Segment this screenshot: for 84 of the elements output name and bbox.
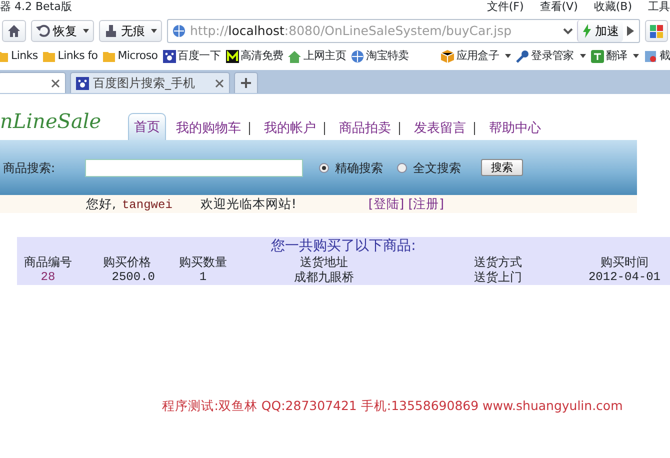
new-tab-button[interactable] xyxy=(234,72,258,93)
menu-item[interactable]: 收藏(B) xyxy=(594,0,632,16)
bookmark-link[interactable]: 淘宝特卖 xyxy=(366,48,409,64)
toolbar-button[interactable]: 恢复 xyxy=(31,20,94,42)
apps-button[interactable] xyxy=(645,20,668,42)
bookmark-link[interactable]: 上网主页 xyxy=(303,48,346,64)
globe-icon xyxy=(172,24,186,38)
column-header: 送货方式 xyxy=(473,255,523,270)
menu-item[interactable]: 查看(V) xyxy=(540,0,578,16)
close-icon[interactable] xyxy=(51,78,60,88)
footer-text: 程序测试:双鱼林 QQ:287307421 手机:13558690869 www.shuangyulin.com xyxy=(161,397,624,415)
nav-tab[interactable]: 我的帐户 xyxy=(258,116,322,140)
column-header: 送货地址 xyxy=(299,255,349,270)
column-header: 商品编号 xyxy=(23,255,73,270)
play-icon[interactable] xyxy=(627,26,634,36)
globe-icon xyxy=(351,50,364,62)
folder-icon xyxy=(102,50,116,62)
caret-icon xyxy=(151,29,157,33)
menu-item[interactable]: 文件(F) xyxy=(486,0,524,16)
plus-icon xyxy=(241,78,251,88)
table-cell-text: 1 xyxy=(198,270,208,285)
folder-icon xyxy=(42,50,56,62)
window-title: 器 4.2 Beta版 xyxy=(0,0,72,15)
bookmark-link[interactable]: 百度一下 xyxy=(178,48,221,64)
nav-tab[interactable]: 我的购物车 xyxy=(170,116,248,140)
toolbar-button[interactable]: 无痕 xyxy=(99,20,162,42)
site-logo: nLineSale xyxy=(0,108,102,135)
bookmark-link[interactable]: Links fo xyxy=(58,48,98,64)
table-cell-text: 送货上门 xyxy=(473,270,523,285)
paw-icon xyxy=(162,50,176,62)
lightning-icon xyxy=(582,24,592,38)
column-header: 购买时间 xyxy=(600,255,650,270)
search-field[interactable] xyxy=(85,158,304,176)
dropdown-icon[interactable] xyxy=(563,28,573,34)
home-icon xyxy=(7,24,21,38)
address-bar[interactable]: http://localhost:8080/OnLineSaleSystem/buyCar.jsp 加速 xyxy=(167,19,640,43)
nav-tab[interactable]: 发表留言 xyxy=(408,116,472,140)
radio-label: 精确搜索 xyxy=(335,160,384,176)
caret-icon xyxy=(505,54,512,58)
paw-icon xyxy=(76,76,89,90)
username-text: tangwei xyxy=(122,198,172,212)
key-icon xyxy=(516,50,530,62)
caret-icon xyxy=(83,29,89,33)
table-cell-text: 成都九眼桥 xyxy=(293,270,355,285)
table-cell-text: 28 xyxy=(40,270,56,285)
nav-tab[interactable]: 商品拍卖 xyxy=(333,116,398,140)
undo-icon xyxy=(36,24,50,38)
address-text: http://localhost:8080/OnLineSaleSystem/buyCar.jsp xyxy=(190,22,513,40)
toolbar-link[interactable]: 翻译 xyxy=(606,48,628,64)
screenshot-icon xyxy=(644,50,658,62)
nav-tab[interactable]: 帮助中心 xyxy=(483,116,548,140)
bookmark-link[interactable]: Microso xyxy=(118,48,158,64)
auth-link[interactable]: [登陆] xyxy=(368,196,404,211)
bookmark-link[interactable]: Links xyxy=(11,48,38,64)
radio-label: 全文搜索 xyxy=(413,160,462,176)
radio-button[interactable] xyxy=(319,162,330,172)
menu-item[interactable]: 工具 xyxy=(648,0,670,16)
bookmark-link[interactable]: 高清免费 xyxy=(240,48,284,64)
table-cell-text: 2500.0 xyxy=(110,270,156,285)
grid-icon xyxy=(650,24,663,38)
speed-button[interactable]: 加速 xyxy=(577,20,623,42)
caret-icon xyxy=(633,54,640,58)
home-button[interactable] xyxy=(2,20,26,42)
table-caption: 您一共购买了以下商品: xyxy=(270,237,417,255)
browser-tab[interactable]: 百度图片搜索_手机 xyxy=(70,72,230,93)
search-button[interactable]: 搜索 xyxy=(481,159,524,176)
column-header: 购买数量 xyxy=(178,255,228,270)
greeting-text: 您好, xyxy=(86,196,116,210)
translate-icon xyxy=(590,50,604,62)
toolbar-link[interactable]: 应用盒子 xyxy=(456,48,500,64)
search-label: 商品搜索: xyxy=(3,160,56,176)
caret-icon xyxy=(580,54,586,58)
toolbar-link[interactable]: 截 xyxy=(659,48,670,64)
nav-tab[interactable]: 首页 xyxy=(128,112,166,140)
welcome-text: 欢迎光临本网站! xyxy=(200,194,296,213)
cube-icon xyxy=(441,50,454,62)
radio-button[interactable] xyxy=(397,162,408,172)
house-icon xyxy=(288,50,302,62)
close-icon[interactable] xyxy=(215,78,224,88)
toolbar-link[interactable]: 登录管家 xyxy=(531,48,574,64)
auth-link[interactable]: [注册] xyxy=(408,196,444,211)
column-header: 购买价格 xyxy=(102,255,152,270)
table-cell-text: 2012-04-01 xyxy=(587,270,662,285)
m-logo-icon xyxy=(226,50,239,62)
